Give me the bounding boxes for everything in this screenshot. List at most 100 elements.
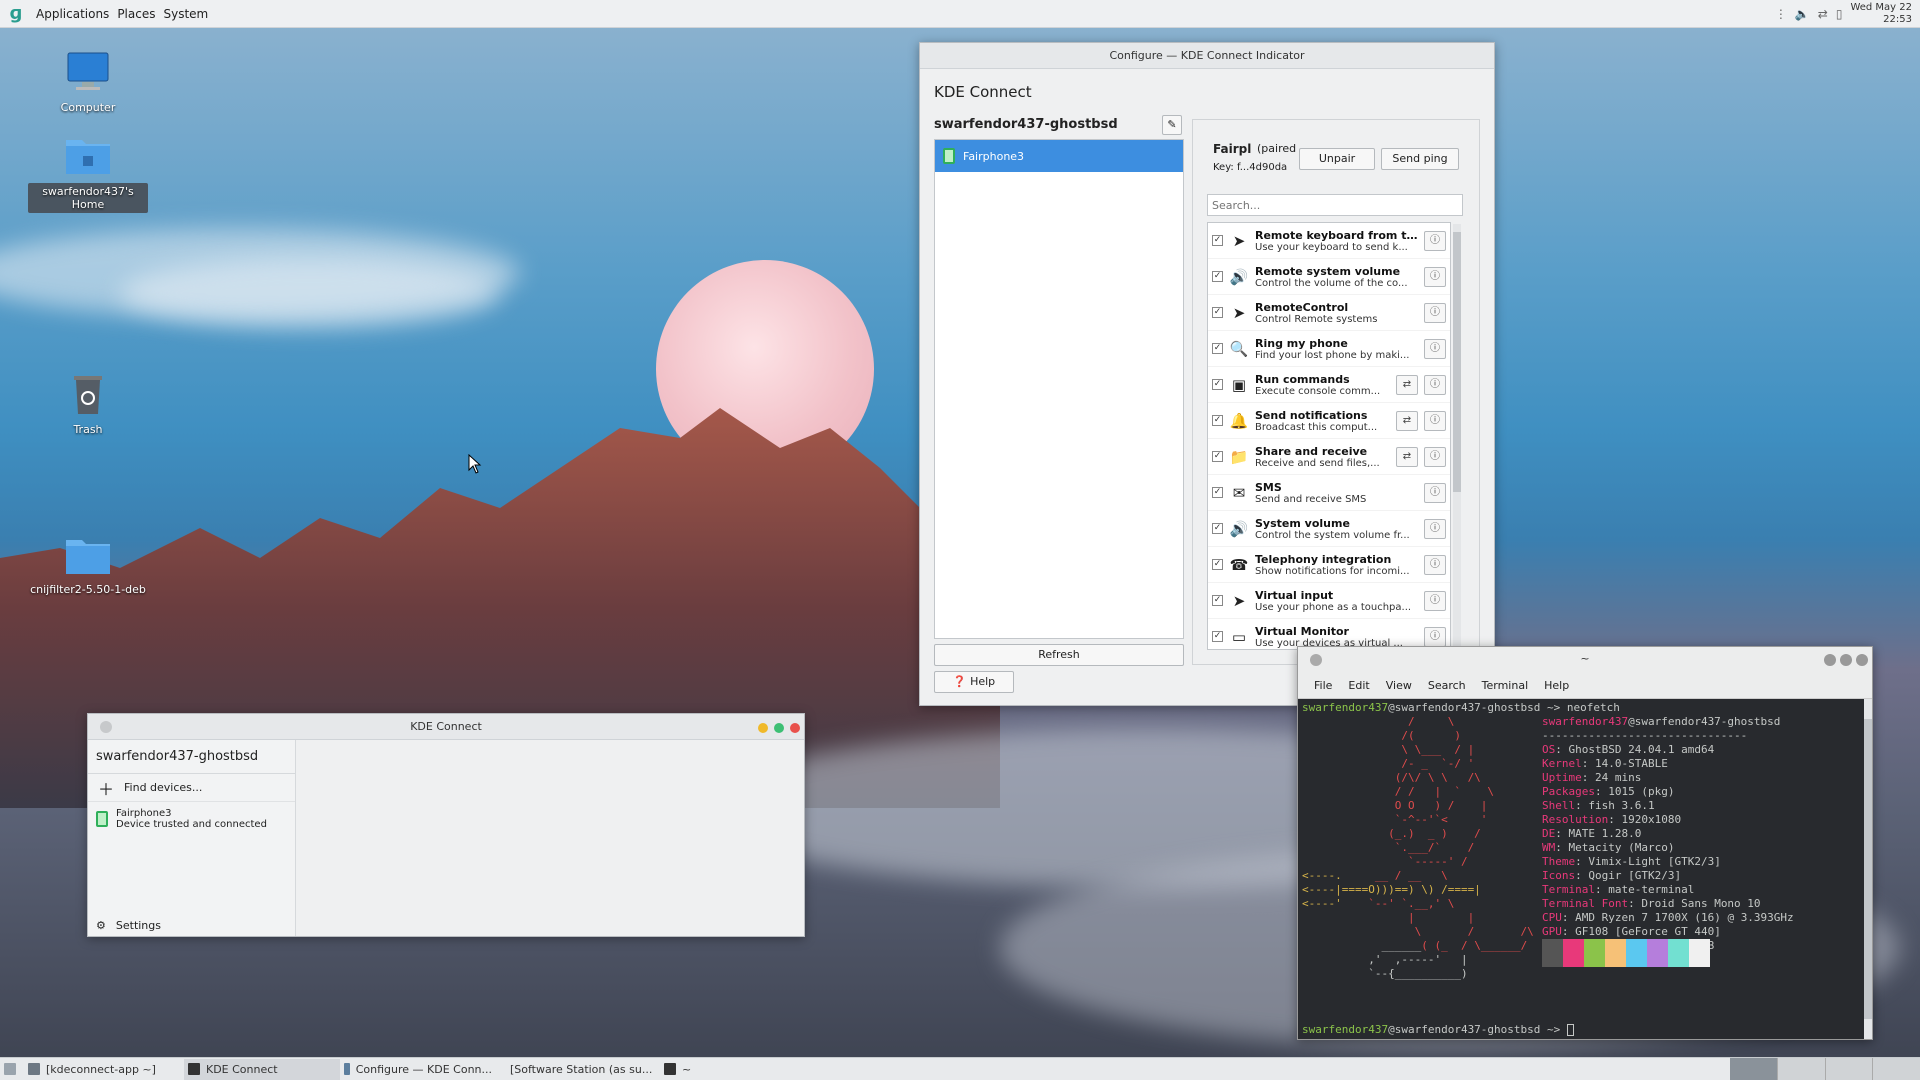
plugin-about-button[interactable]: ⓘ (1424, 590, 1446, 611)
info-key: OS (1542, 743, 1556, 756)
enable-checkbox[interactable]: ✓ (1212, 451, 1223, 462)
settings-icon: ⚙ (96, 919, 106, 932)
plugin-search-input[interactable] (1207, 194, 1463, 216)
plugin-row[interactable]: ✓ ☎ Telephony integration Show notification… (1208, 547, 1450, 583)
settings-item[interactable]: ⚙ Settings (96, 919, 161, 932)
workspace-switcher[interactable] (1730, 1058, 1920, 1080)
info-value: AMD Ryzen 7 1700X (16) @ 3.393GHz (1575, 911, 1794, 924)
plugin-about-button[interactable]: ⓘ (1424, 554, 1446, 575)
plugin-row[interactable]: ✓ ✉ SMS Send and receive SMS ⓘ (1208, 475, 1450, 511)
host-name: swarfendor437-ghostbsd (934, 117, 1118, 132)
menu-applications[interactable]: Applications (36, 7, 109, 21)
rename-button[interactable]: ✎ (1162, 115, 1182, 135)
plugin-settings-button[interactable]: ⇄ (1396, 410, 1418, 431)
plugin-row[interactable]: ✓ ▣ Run commands Execute console comm... ⇄ ⓘ (1208, 367, 1450, 403)
enable-checkbox[interactable]: ✓ (1212, 271, 1223, 282)
plugin-row[interactable]: ✓ ➤ Virtual input Use your phone as a touch… (1208, 583, 1450, 619)
plugin-about-button[interactable]: ⓘ (1424, 266, 1446, 287)
menu-places[interactable]: Places (117, 7, 155, 21)
taskbar-item-software-station[interactable]: [Software Station (as su... (500, 1059, 660, 1080)
plugin-about-button[interactable]: ⓘ (1424, 410, 1446, 431)
taskbar-item-terminal[interactable]: ~ (660, 1059, 740, 1080)
plugin-about-button[interactable]: ⓘ (1424, 230, 1446, 251)
show-desktop-button[interactable] (0, 1059, 24, 1080)
enable-checkbox[interactable]: ✓ (1212, 559, 1223, 570)
plugin-settings-button[interactable]: ⇄ (1396, 446, 1418, 467)
plugin-about-button[interactable]: ⓘ (1424, 626, 1446, 647)
enable-checkbox[interactable]: ✓ (1212, 343, 1223, 354)
enable-checkbox[interactable]: ✓ (1212, 595, 1223, 606)
desktop-icon-trash[interactable]: Trash (28, 372, 148, 436)
taskbar-item-kdeconnect[interactable]: KDE Connect (184, 1058, 340, 1080)
plugin-settings-button[interactable]: ⇄ (1396, 374, 1418, 395)
close-button[interactable] (1856, 654, 1868, 666)
info-key: Theme (1542, 855, 1576, 868)
taskbar-item-kdeconnect-app[interactable]: [kdeconnect-app ~] (24, 1059, 184, 1080)
window-menu-button[interactable] (1310, 654, 1322, 666)
battery-icon[interactable]: ▯ (1836, 7, 1843, 21)
window-menu-button[interactable] (100, 721, 112, 733)
kdeconnect-titlebar[interactable]: KDE Connect (88, 714, 804, 740)
plugin-row[interactable]: ✓ ➤ RemoteControl Control Remote systems ⓘ (1208, 295, 1450, 331)
plugin-about-button[interactable]: ⓘ (1424, 302, 1446, 323)
plugin-row[interactable]: ✓ 🔍 Ring my phone Find your lost phone by m… (1208, 331, 1450, 367)
terminal-menubar: File Edit View Search Terminal Help (1298, 673, 1872, 699)
refresh-button[interactable]: Refresh (934, 644, 1184, 666)
configure-titlebar[interactable]: Configure — KDE Connect Indicator (920, 43, 1494, 69)
minimize-button[interactable] (1824, 654, 1836, 666)
host-name: swarfendor437-ghostbsd (88, 740, 295, 774)
plugin-about-button[interactable]: ⓘ (1424, 338, 1446, 359)
close-button[interactable] (790, 723, 800, 733)
plugin-scrollbar[interactable] (1453, 224, 1461, 648)
plugin-about-button[interactable]: ⓘ (1424, 482, 1446, 503)
device-list-item[interactable]: Fairphone3 (935, 140, 1183, 172)
menu-file[interactable]: File (1314, 679, 1332, 692)
plugin-about-button[interactable]: ⓘ (1424, 446, 1446, 467)
plugin-description: Use your phone as a touchpa... (1255, 601, 1412, 613)
enable-checkbox[interactable]: ✓ (1212, 631, 1223, 642)
plugin-row[interactable]: ✓ 🔊 System volume Control the system volume… (1208, 511, 1450, 547)
menu-search[interactable]: Search (1428, 679, 1466, 692)
enable-checkbox[interactable]: ✓ (1212, 487, 1223, 498)
clock[interactable]: Wed May 22 22:53 (1850, 2, 1912, 26)
info-key: Terminal Font (1542, 897, 1629, 910)
desktop-icon-folder[interactable]: cnijfilter2-5.50-1-deb (28, 532, 148, 596)
palette-swatch (1584, 939, 1605, 967)
taskbar-item-configure[interactable]: Configure — KDE Conn... (340, 1059, 500, 1080)
menu-system[interactable]: System (163, 7, 208, 21)
plugin-about-button[interactable]: ⓘ (1424, 374, 1446, 395)
desktop-icon-home[interactable]: swarfendor437's Home (28, 132, 148, 213)
plugin-about-button[interactable]: ⓘ (1424, 518, 1446, 539)
enable-checkbox[interactable]: ✓ (1212, 235, 1223, 246)
maximize-button[interactable] (774, 723, 784, 733)
network-icon[interactable]: ⇄ (1818, 7, 1828, 21)
menu-edit[interactable]: Edit (1348, 679, 1369, 692)
find-devices-item[interactable]: ＋ Find devices... (88, 774, 295, 802)
plugin-description: Use your keyboard to send k... (1255, 241, 1408, 253)
terminal-scrollbar[interactable] (1864, 699, 1872, 1039)
plugin-row[interactable]: ✓ 🔔 Send notifications Broadcast this compu… (1208, 403, 1450, 439)
menu-help[interactable]: Help (1544, 679, 1569, 692)
kdeconnect-tray-icon[interactable]: ⋮ (1775, 7, 1787, 21)
device-list-item[interactable]: Fairphone3 Device trusted and connected (88, 802, 295, 836)
enable-checkbox[interactable]: ✓ (1212, 307, 1223, 318)
menu-terminal[interactable]: Terminal (1482, 679, 1529, 692)
enable-checkbox[interactable]: ✓ (1212, 523, 1223, 534)
desktop-icon-computer[interactable]: Computer (28, 50, 148, 114)
enable-checkbox[interactable]: ✓ (1212, 379, 1223, 390)
enable-checkbox[interactable]: ✓ (1212, 415, 1223, 426)
palette-swatch (1647, 939, 1668, 967)
unpair-button[interactable]: Unpair (1299, 148, 1375, 170)
send-ping-button[interactable]: Send ping (1381, 148, 1459, 170)
menu-view[interactable]: View (1386, 679, 1412, 692)
plugin-row[interactable]: ✓ 📁 Share and receive Receive and send file… (1208, 439, 1450, 475)
maximize-button[interactable] (1840, 654, 1852, 666)
help-button[interactable]: ❓ Help (934, 671, 1014, 693)
terminal-output[interactable]: swarfendor437@swarfendor437-ghostbsd ~> … (1298, 699, 1864, 1039)
ghostbsd-logo-icon[interactable]: ɡ (4, 3, 28, 24)
terminal-titlebar[interactable]: ~ (1298, 647, 1872, 673)
minimize-button[interactable] (758, 723, 768, 733)
plugin-row[interactable]: ✓ ➤ Remote keyboard from th... Use your key… (1208, 223, 1450, 259)
plugin-row[interactable]: ✓ 🔊 Remote system volume Control the volume… (1208, 259, 1450, 295)
volume-icon[interactable]: 🔈 (1795, 7, 1810, 21)
